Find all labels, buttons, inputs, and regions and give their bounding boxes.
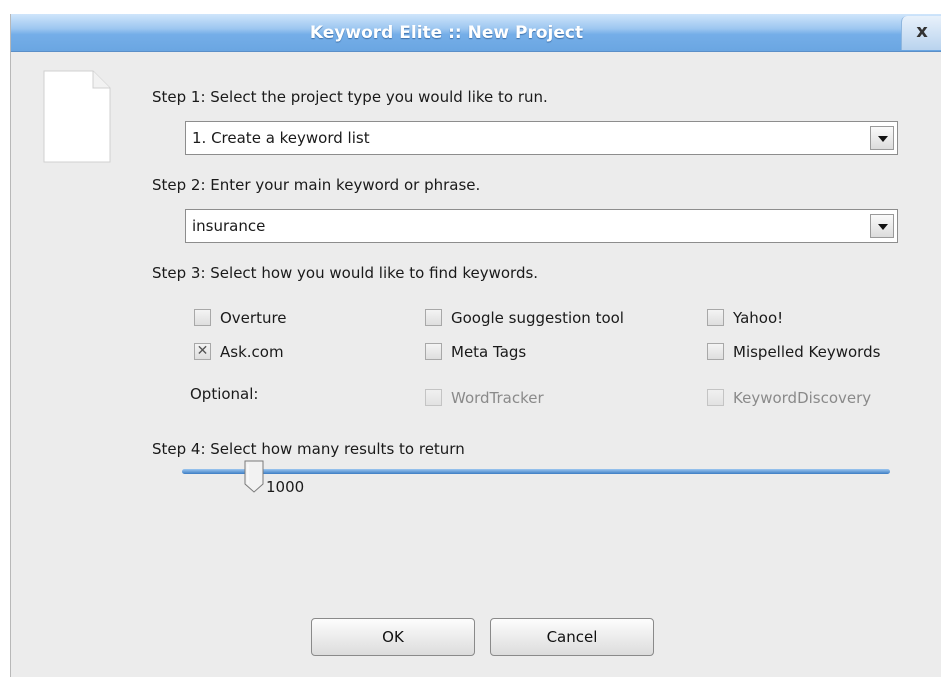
results-count: 1000 [266, 478, 305, 496]
checkbox-box[interactable] [425, 343, 442, 360]
dropdown-arrow-icon[interactable] [870, 126, 894, 150]
ok-button[interactable]: OK [311, 618, 475, 656]
document-icon [43, 70, 111, 163]
project-type-value: 1. Create a keyword list [192, 129, 370, 147]
checkbox-label: Overture [220, 309, 287, 327]
checkbox-box [707, 389, 724, 406]
results-slider-track[interactable] [182, 469, 890, 474]
checkbox-box[interactable] [707, 343, 724, 360]
window-title: Keyword Elite :: New Project [309, 23, 584, 43]
project-type-select[interactable]: 1. Create a keyword list [185, 121, 898, 155]
checkbox-box[interactable] [425, 309, 442, 326]
checkbox-label: Ask.com [220, 343, 284, 361]
checkmark-icon[interactable]: ✕ [194, 343, 211, 360]
checkbox-label: Mispelled Keywords [733, 343, 881, 361]
step3-label: Step 3: Select how you would like to fin… [152, 264, 539, 282]
step2-label: Step 2: Enter your main keyword or phras… [152, 176, 481, 194]
checkbox-box[interactable] [194, 309, 211, 326]
dropdown-arrow-icon[interactable] [870, 214, 894, 238]
title-bar[interactable]: Keyword Elite :: New Project x [11, 14, 941, 52]
cancel-button[interactable]: Cancel [490, 618, 654, 656]
checkbox-box[interactable] [707, 309, 724, 326]
checkbox-label: Meta Tags [451, 343, 527, 361]
results-slider-thumb[interactable] [244, 460, 264, 493]
keyword-value: insurance [192, 217, 266, 235]
checkbox-label: WordTracker [451, 389, 544, 407]
checkbox-label: KeywordDiscovery [733, 389, 872, 407]
step1-label: Step 1: Select the project type you woul… [152, 88, 548, 106]
close-button[interactable]: x [901, 16, 941, 50]
checkbox-box [425, 389, 442, 406]
optional-label: Optional: [190, 385, 259, 403]
checkbox-label: Google suggestion tool [451, 309, 624, 327]
keyword-input[interactable]: insurance [185, 209, 898, 243]
step4-label: Step 4: Select how many results to retur… [152, 440, 465, 458]
checkbox-label: Yahoo! [733, 309, 784, 327]
